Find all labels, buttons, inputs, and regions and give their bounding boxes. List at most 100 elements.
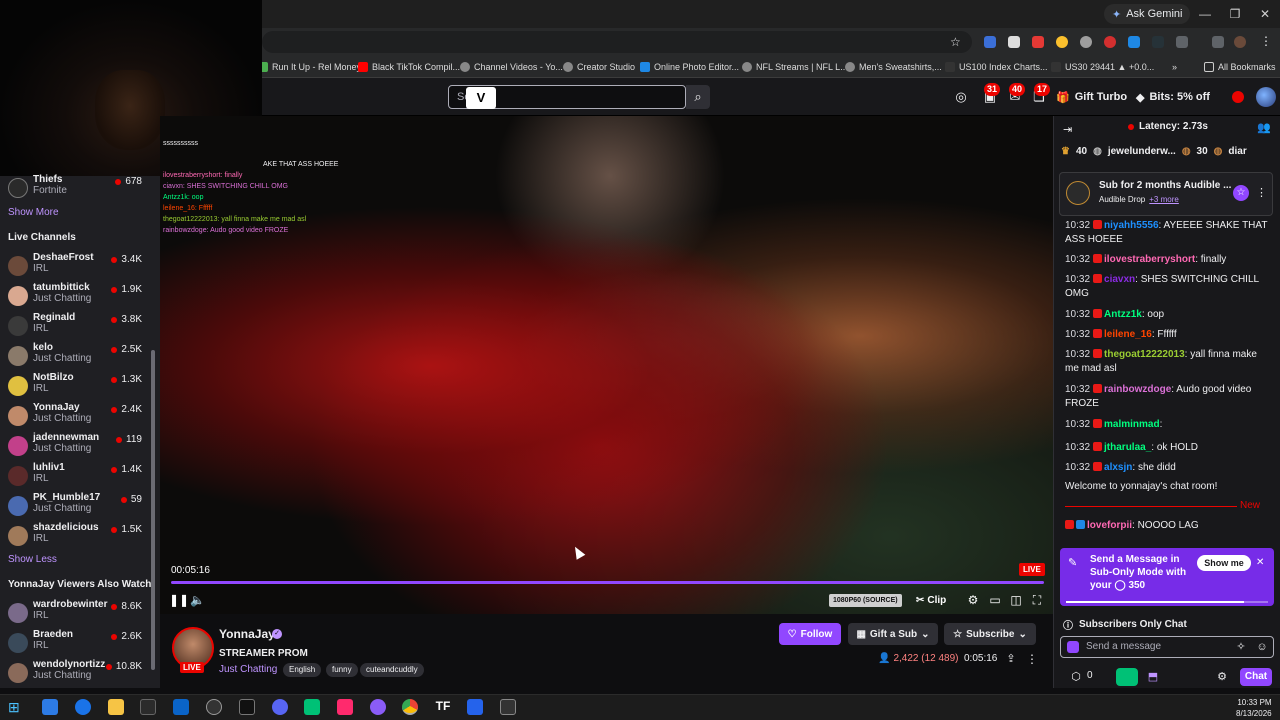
bookmark-item[interactable]: Creator Studio (563, 60, 635, 74)
share-icon[interactable]: ⇪ (1004, 652, 1018, 666)
epic-games-icon[interactable] (239, 699, 255, 715)
sidebar-channel-wardrobewinter[interactable]: wardrobewinter IRL 8.6K (0, 599, 150, 629)
chat-username[interactable]: loveforpii (1087, 520, 1132, 531)
app-icon[interactable] (500, 699, 516, 715)
channel-name[interactable]: YonnaJay (219, 627, 275, 641)
subscribe-button[interactable]: ☆ Subscribe ⌄ (944, 623, 1036, 645)
minimize-icon[interactable]: — (1196, 5, 1214, 23)
chrome-icon[interactable] (402, 699, 418, 715)
store-icon[interactable] (140, 699, 156, 715)
sidebar-scrollbar[interactable] (151, 350, 155, 670)
discord-icon[interactable] (272, 699, 288, 715)
show-me-button[interactable]: Show me (1197, 555, 1251, 571)
pinned-more-link[interactable]: +3 more (1149, 195, 1179, 204)
app-icon[interactable] (370, 699, 386, 715)
bookmarks-overflow-icon[interactable]: » (1172, 60, 1177, 74)
bookmark-item[interactable]: US30 29441 ▲ +0.0... (1051, 60, 1154, 74)
sidebar-channel-reginald[interactable]: Reginald IRL 3.8K (0, 312, 150, 342)
bits-button[interactable]: ◆ Bits: 5% off (1136, 86, 1210, 108)
sidebar-channel-notbilzo[interactable]: NotBilzo IRL 1.3K (0, 372, 150, 402)
settings-gear-icon[interactable]: ⚙ (966, 593, 980, 607)
sidebar-channel-luhliv1[interactable]: luhliv1 IRL 1.4K (0, 462, 150, 492)
emote-icon[interactable]: ☺ (1255, 640, 1269, 654)
stream-category-link[interactable]: Just Chatting (219, 664, 277, 675)
hype-icon[interactable]: ⬒ (1146, 670, 1160, 684)
pause-icon[interactable]: ❚❚ (169, 593, 189, 607)
bookmark-star-icon[interactable]: ☆ (950, 35, 961, 49)
windows-start-icon[interactable]: ⊞ (8, 699, 24, 715)
tiktok-icon[interactable] (337, 699, 353, 715)
community-icon[interactable]: 👥 (1257, 121, 1271, 135)
prediction-icon[interactable] (1116, 668, 1138, 686)
clip-button[interactable]: ✂ Clip (916, 593, 946, 608)
chat-username[interactable]: rainbowzdoge (1104, 384, 1171, 395)
all-bookmarks[interactable]: All Bookmarks (1204, 60, 1276, 74)
sidebar-channel-wendolynortizz[interactable]: wendolynortizz Just Chatting 10.8K (0, 659, 150, 689)
extension-icon[interactable] (1008, 36, 1020, 48)
chat-username[interactable]: leilene_16 (1104, 329, 1152, 340)
channel-points-icon[interactable]: ⬡ (1069, 670, 1083, 684)
chat-username[interactable]: jtharulaa_ (1104, 442, 1151, 453)
sidebar-channel-tatumbittick[interactable]: tatumbittick Just Chatting 1.9K (0, 282, 150, 312)
extension-logo-icon[interactable]: V (466, 87, 496, 109)
pinned-menu-icon[interactable]: ⋮ (1256, 186, 1267, 200)
browser-menu-icon[interactable]: ⋮ (1260, 34, 1272, 48)
theatre-mode-icon[interactable]: ▭ (988, 593, 1002, 607)
bookmark-item[interactable]: Channel Videos - Yo... (460, 60, 563, 74)
sidebar-channel-shazdelicious[interactable]: shazdelicious IRL 1.5K (0, 522, 150, 552)
bookmark-item[interactable]: NFL Streams | NFL L... (742, 60, 848, 74)
chat-username[interactable]: Antzz1k (1104, 309, 1142, 320)
extension-icon[interactable] (1056, 36, 1068, 48)
chat-username[interactable]: alxsjn (1104, 462, 1132, 473)
star-icon[interactable]: ☆ (1233, 185, 1249, 201)
edge-icon[interactable] (75, 699, 91, 715)
close-window-icon[interactable]: ✕ (1256, 5, 1274, 23)
sidebar-channel-braeden[interactable]: Braeden IRL 2.6K (0, 629, 150, 659)
chat-leaderboard[interactable]: ♛ 40 ◍ jewelunderw... ◍ 30 ◍ diar (1055, 142, 1280, 160)
tag-funny[interactable]: funny (326, 663, 358, 677)
user-avatar[interactable] (1256, 87, 1276, 107)
ask-gemini-button[interactable]: ✦ Ask Gemini (1104, 4, 1191, 24)
profile-avatar-icon[interactable] (1234, 36, 1246, 48)
sidebar-channel-yonnajay[interactable]: YonnaJay Just Chatting 2.4K (0, 402, 150, 432)
sidebar-channel-deshaefrost[interactable]: DeshaeFrost IRL 3.4K (0, 252, 150, 282)
sidebar-toggle-icon[interactable]: ◫ (1009, 593, 1023, 607)
close-icon[interactable]: ✕ (1256, 557, 1268, 569)
sidebar-channel-kelo[interactable]: kelo Just Chatting 2.5K (0, 342, 150, 372)
more-options-icon[interactable]: ⋮ (1025, 652, 1039, 666)
gift-turbo-button[interactable]: 🎁 Gift Turbo (1056, 86, 1127, 108)
fullscreen-icon[interactable]: ⛶ (1030, 593, 1044, 607)
prime-crown-icon[interactable]: ◎ (953, 89, 969, 105)
bookmark-item[interactable]: Men's Sweatshirts,... (845, 60, 942, 74)
chat-username[interactable]: ciavxn (1104, 274, 1135, 285)
chat-username[interactable]: malminmad (1104, 419, 1160, 430)
chat-username[interactable]: ilovestraberryshort (1104, 254, 1195, 265)
extension-icon[interactable] (1032, 36, 1044, 48)
extension-icon[interactable] (1080, 36, 1092, 48)
video-progress-bar[interactable] (171, 581, 1044, 584)
magic-icon[interactable]: ✧ (1234, 640, 1248, 654)
extensions-puzzle-icon[interactable] (1176, 36, 1188, 48)
bookmark-item[interactable]: US100 Index Charts... (945, 60, 1048, 74)
steam-icon[interactable] (206, 699, 222, 715)
tag-cuteandcuddly[interactable]: cuteandcuddly (360, 663, 424, 677)
extension-icon[interactable] (1152, 36, 1164, 48)
follow-button[interactable]: ♡ Follow (779, 623, 841, 645)
badge-selector-icon[interactable] (1067, 641, 1079, 653)
extension-icon[interactable] (1104, 36, 1116, 48)
extension-icon[interactable] (984, 36, 996, 48)
show-more-link[interactable]: Show More (8, 207, 59, 218)
sidebar-channel-jadennewman[interactable]: jadennewman Just Chatting 119 (0, 432, 150, 462)
volume-icon[interactable]: 🔈 (190, 593, 205, 607)
app-icon[interactable] (467, 699, 483, 715)
chat-settings-gear-icon[interactable]: ⚙ (1215, 670, 1229, 684)
chat-username[interactable]: thegoat12222013 (1104, 349, 1185, 360)
bookmark-item[interactable]: Run It Up - Rel Money (258, 60, 361, 74)
app-icon[interactable] (304, 699, 320, 715)
chat-send-button[interactable]: Chat (1240, 668, 1272, 686)
address-bar[interactable] (262, 31, 972, 53)
search-icon[interactable]: ⌕ (686, 85, 710, 109)
bookmark-item[interactable]: Black TikTok Compil... (358, 60, 460, 74)
collapse-chat-icon[interactable]: ⇥ (1063, 123, 1077, 137)
gift-sub-button[interactable]: ▦ Gift a Sub ⌄ (848, 623, 938, 645)
